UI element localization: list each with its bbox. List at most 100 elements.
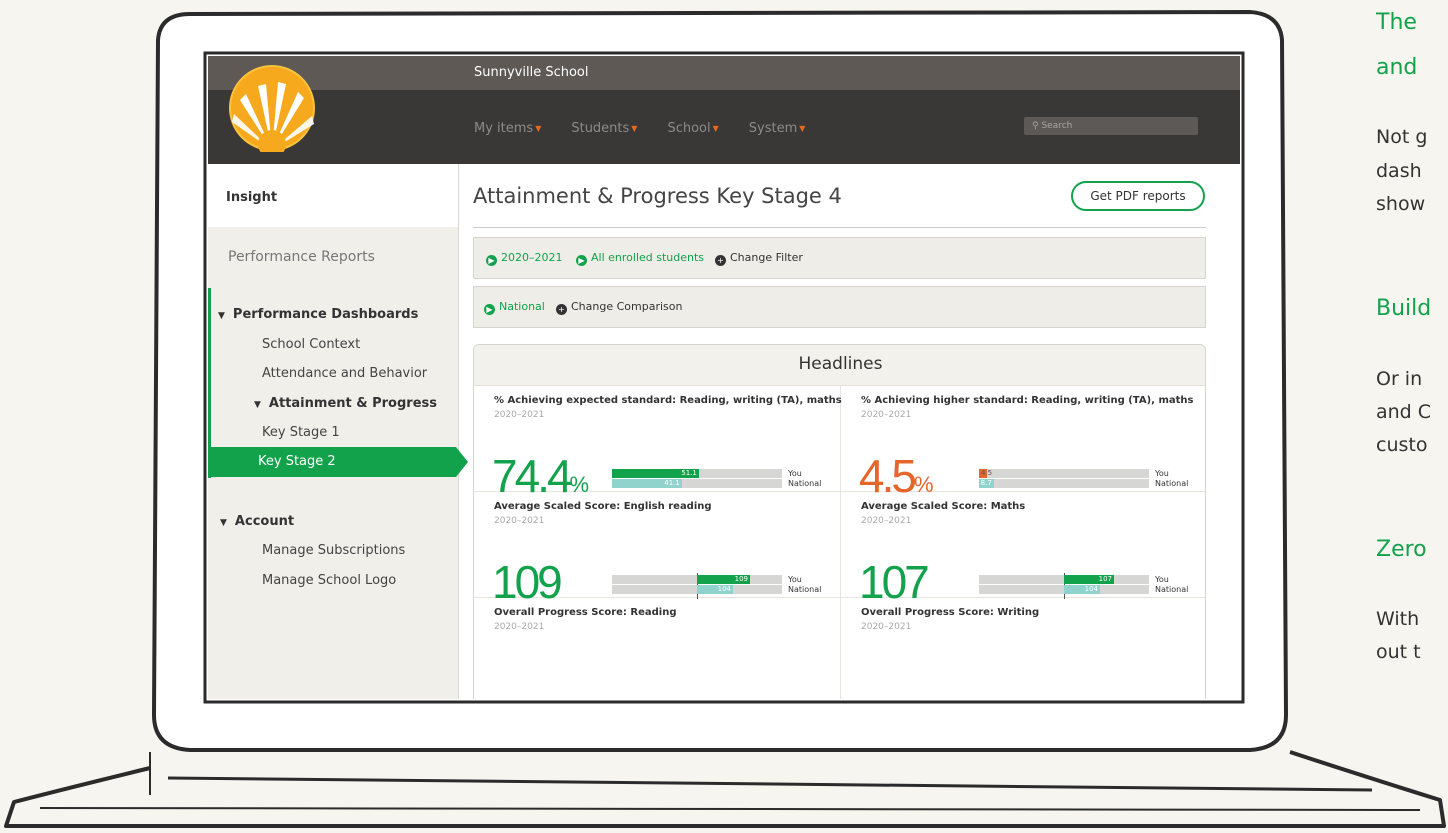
card-title: Average Scaled Score: English reading	[494, 501, 712, 512]
national-bar: 8.7	[979, 479, 1149, 488]
you-bar-fill: 51.1	[612, 469, 699, 478]
play-circle-icon: ▶	[484, 304, 495, 315]
headlines-header: Headlines	[474, 345, 1205, 386]
card-year: 2020–2021	[494, 410, 545, 420]
headline-card[interactable]: Average Scaled Score: Maths 2020–2021 10…	[841, 491, 1205, 605]
sidebar-item-attendance[interactable]: Attendance and Behavior	[262, 366, 427, 381]
card-year: 2020–2021	[861, 622, 912, 632]
sidebar-item-label: Performance Dashboards	[232, 307, 419, 322]
you-bar: 4.5	[979, 469, 1149, 478]
national-label: National	[788, 479, 822, 488]
triangle-down-icon: ▼	[254, 400, 261, 410]
plus-circle-icon: +	[715, 255, 726, 266]
national-label: National	[788, 585, 822, 594]
headlines-title: Headlines	[798, 354, 883, 374]
national-bar-fill: 8.7	[979, 479, 994, 488]
sidebar-item-manage-logo[interactable]: Manage School Logo	[262, 573, 396, 588]
card-year: 2020–2021	[861, 516, 912, 526]
sidebar-item-manage-subscriptions[interactable]: Manage Subscriptions	[262, 543, 405, 558]
caret-down-icon: ▼	[631, 124, 638, 133]
marketing-heading-2: Build	[1376, 296, 1432, 321]
sidebar-header: Insight	[208, 164, 458, 227]
marketing-text-3: With	[1376, 608, 1420, 630]
title-divider	[473, 227, 1206, 228]
you-label: You	[1155, 575, 1169, 584]
filter-students[interactable]: ▶ All enrolled students	[576, 251, 704, 266]
sun-logo-icon[interactable]	[228, 64, 316, 152]
comparison-label: National	[499, 300, 545, 313]
you-bar: 109	[612, 575, 782, 584]
sidebar-item-performance-dashboards[interactable]: ▼ Performance Dashboards	[218, 307, 418, 322]
you-label: You	[788, 575, 802, 584]
caret-down-icon: ▼	[799, 124, 806, 133]
card-year: 2020–2021	[861, 410, 912, 420]
sidebar-item-label: Key Stage 2	[258, 454, 336, 469]
comparison-bar: ▶ National + Change Comparison	[473, 286, 1206, 328]
change-filter-button[interactable]: + Change Filter	[715, 251, 803, 266]
card-title: Overall Progress Score: Writing	[861, 607, 1040, 618]
marketing-text-2c: custo	[1376, 434, 1428, 456]
card-title: % Achieving higher standard: Reading, wr…	[861, 395, 1194, 406]
you-bar-fill: 4.5	[979, 469, 993, 478]
sidebar-item-label: Attainment & Progress	[268, 396, 437, 411]
headline-card[interactable]: Average Scaled Score: English reading 20…	[474, 491, 840, 605]
filter-year-label: 2020–2021	[501, 251, 563, 264]
comparison-national[interactable]: ▶ National	[484, 300, 545, 315]
you-bar-fill: 107	[1064, 575, 1114, 584]
nav-my-items-label: My items	[474, 121, 534, 136]
get-pdf-reports-button[interactable]: Get PDF reports	[1071, 181, 1205, 211]
marketing-heading-1b: and	[1376, 55, 1418, 80]
nav-students-label: Students	[571, 121, 630, 136]
marketing-text-2b: and C	[1376, 401, 1432, 423]
you-label: You	[788, 469, 802, 478]
you-bar: 51.1	[612, 469, 782, 478]
change-comparison-button[interactable]: + Change Comparison	[556, 300, 682, 315]
national-bar: 41.1	[612, 479, 782, 488]
sidebar-item-attainment-progress[interactable]: ▼ Attainment & Progress	[254, 396, 437, 411]
national-bar-fill: 104	[697, 585, 733, 594]
search-icon: ⚲	[1032, 121, 1039, 131]
nav-school[interactable]: School ▼	[667, 121, 718, 136]
nav-students[interactable]: Students ▼	[571, 121, 637, 136]
search-placeholder: Search	[1041, 121, 1073, 131]
filter-bar: ▶ 2020–2021 ▶ All enrolled students + Chang…	[473, 237, 1206, 279]
marketing-text-2: Or in	[1376, 368, 1423, 390]
nav-my-items[interactable]: My items ▼	[474, 121, 541, 136]
sidebar-item-label: Account	[234, 514, 295, 529]
marketing-text-panel: The and Not g dash show Build Or in and …	[1376, 0, 1448, 833]
main-content: Attainment & Progress Key Stage 4 Get PD…	[458, 164, 1240, 699]
school-name: Sunnyville School	[474, 65, 589, 80]
headline-card[interactable]: Overall Progress Score: Reading 2020–202…	[474, 597, 840, 699]
card-title: % Achieving expected standard: Reading, …	[494, 395, 842, 406]
filter-students-label: All enrolled students	[591, 251, 705, 264]
card-title: Average Scaled Score: Maths	[861, 501, 1026, 512]
headline-card[interactable]: % Achieving higher standard: Reading, wr…	[841, 385, 1205, 499]
you-label: You	[1155, 469, 1169, 478]
caret-down-icon: ▼	[535, 124, 542, 133]
top-bar: Sunnyville School	[208, 56, 1240, 90]
you-bar-fill: 109	[697, 575, 750, 584]
marketing-text-1c: show	[1376, 193, 1426, 215]
filter-year[interactable]: ▶ 2020–2021	[486, 251, 563, 266]
national-bar-fill: 104	[1064, 585, 1100, 594]
national-bar-fill: 41.1	[612, 479, 682, 488]
sidebar-item-key-stage-2[interactable]: Key Stage 2	[211, 447, 456, 477]
sidebar-item-school-context[interactable]: School Context	[262, 337, 360, 352]
triangle-down-icon: ▼	[220, 518, 227, 528]
sidebar: Insight Performance Reports ▼ Performance…	[208, 164, 468, 699]
sidebar-item-key-stage-1[interactable]: Key Stage 1	[262, 425, 340, 440]
sidebar-item-account[interactable]: ▼ Account	[220, 514, 294, 529]
search-input[interactable]: ⚲ Search	[1024, 117, 1198, 135]
page-title: Attainment & Progress Key Stage 4	[473, 184, 842, 208]
card-year: 2020–2021	[494, 622, 545, 632]
main-nav: My items ▼ Students ▼ School ▼ System ▼	[474, 121, 835, 136]
card-year: 2020–2021	[494, 516, 545, 526]
app-screen: Sunnyville School My items ▼ Students ▼ Sc…	[208, 56, 1240, 699]
nav-system-label: System	[748, 121, 798, 136]
nav-system[interactable]: System ▼	[749, 121, 806, 136]
sidebar-item-performance-reports[interactable]: Performance Reports	[228, 249, 375, 265]
marketing-text-3b: out t	[1376, 641, 1421, 663]
change-filter-label: Change Filter	[730, 251, 803, 264]
headline-card[interactable]: Overall Progress Score: Writing 2020–202…	[841, 597, 1205, 699]
headline-card[interactable]: % Achieving expected standard: Reading, …	[474, 385, 842, 499]
